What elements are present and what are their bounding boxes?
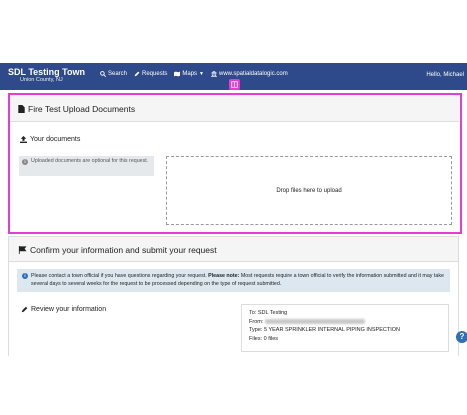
search-icon bbox=[100, 71, 106, 77]
confirm-panel: Confirm your information and submit your… bbox=[8, 236, 459, 356]
summary-to-label: To: bbox=[249, 310, 257, 316]
info-icon: i bbox=[22, 159, 28, 165]
nav-site-label: www.spatialdatalogic.com bbox=[219, 71, 288, 77]
summary-files-label: Files: bbox=[249, 335, 263, 342]
pencil-icon bbox=[134, 71, 140, 77]
file-icon bbox=[18, 105, 25, 113]
help-button[interactable]: ? bbox=[456, 331, 467, 343]
flag-icon bbox=[18, 246, 27, 254]
upload-documents-panel: Fire Test Upload Documents Your document… bbox=[8, 93, 462, 234]
upload-panel-header: Fire Test Upload Documents bbox=[10, 95, 459, 122]
redacted-value bbox=[264, 318, 365, 324]
upload-panel-title-text: Fire Test Upload Documents bbox=[28, 104, 136, 114]
brand-subtitle: Union County, NJ bbox=[20, 77, 63, 83]
info-alert: i Please contact a town official if you … bbox=[17, 269, 450, 292]
summary-type: Type: 5 YEAR SPRINKLER INTERNAL PIPING I… bbox=[249, 326, 441, 335]
user-greeting[interactable]: Hello, Michael bbox=[426, 72, 464, 78]
info-icon: i bbox=[22, 273, 28, 279]
main-nav: Search Requests Maps ▼ www.spatialdatalo… bbox=[100, 71, 288, 77]
request-summary: To: SDL Testing From: Type: 5 YEAR SPRIN… bbox=[241, 304, 449, 352]
building-icon bbox=[211, 71, 217, 77]
summary-from-label: From: bbox=[249, 318, 264, 325]
summary-files: Files: 0 files bbox=[249, 335, 441, 344]
summary-to-value: SDL Testing bbox=[257, 310, 288, 316]
file-dropzone[interactable]: Drop files here to upload bbox=[166, 156, 452, 225]
alert-bold: Please note: bbox=[208, 273, 240, 279]
summary-to: To: SDL Testing bbox=[249, 309, 441, 318]
summary-files-value: 0 files bbox=[263, 335, 279, 342]
summary-from: From: bbox=[249, 318, 441, 327]
nav-maps-label: Maps bbox=[182, 71, 198, 77]
review-info-text: Review your information bbox=[31, 306, 107, 313]
nav-site-link[interactable]: www.spatialdatalogic.com bbox=[211, 71, 288, 77]
confirm-panel-title: Confirm your information and submit your… bbox=[18, 245, 217, 255]
summary-type-label: Type: bbox=[249, 327, 263, 333]
nav-requests-label: Requests bbox=[142, 71, 168, 77]
brand-title: SDL Testing Town bbox=[8, 67, 85, 77]
summary-type-value: 5 YEAR SPRINKLER INTERNAL PIPING INSPECT… bbox=[263, 327, 400, 333]
nav-search[interactable]: Search bbox=[100, 71, 127, 77]
alert-text: Please contact a town official if you ha… bbox=[31, 273, 207, 279]
optional-note-text: Uploaded documents are optional for this… bbox=[31, 158, 149, 164]
upload-icon bbox=[20, 136, 27, 143]
your-documents-label: Your documents bbox=[20, 136, 80, 143]
chevron-down-icon: ▼ bbox=[199, 71, 204, 77]
nav-search-label: Search bbox=[108, 71, 128, 77]
optional-note: i Uploaded documents are optional for th… bbox=[19, 156, 154, 176]
brand[interactable]: SDL Testing Town Union County, NJ bbox=[8, 67, 85, 84]
pencil-icon bbox=[21, 306, 28, 313]
dropzone-text: Drop files here to upload bbox=[276, 188, 342, 194]
upload-panel-title: Fire Test Upload Documents bbox=[18, 104, 135, 114]
review-info-label: Review your information bbox=[21, 306, 106, 313]
nav-maps[interactable]: Maps ▼ bbox=[174, 71, 204, 77]
app-window: SDL Testing Town Union County, NJ Search… bbox=[0, 0, 467, 415]
your-documents-text: Your documents bbox=[30, 136, 81, 143]
confirm-panel-title-text: Confirm your information and submit your… bbox=[30, 245, 217, 255]
confirm-panel-header: Confirm your information and submit your… bbox=[9, 237, 458, 262]
pin-icon[interactable] bbox=[229, 79, 240, 90]
nav-requests[interactable]: Requests bbox=[134, 71, 167, 77]
map-icon bbox=[174, 71, 181, 77]
